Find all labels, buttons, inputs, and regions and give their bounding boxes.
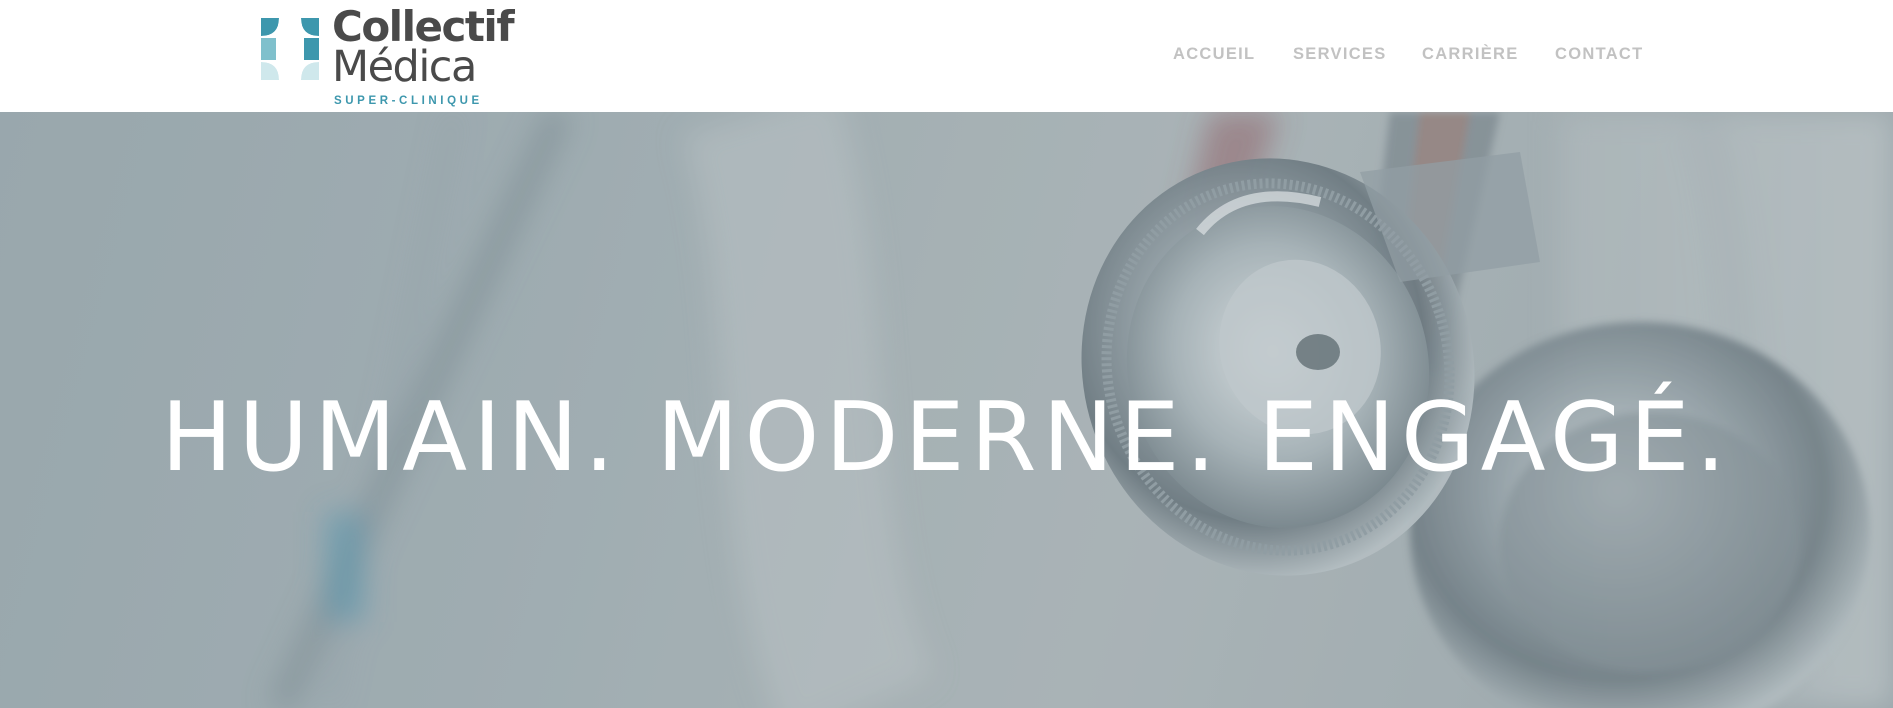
logo-name-line2: Médica xyxy=(332,42,477,92)
site-header: Collectif Médica SUPER-CLINIQUE ACCUEIL … xyxy=(0,0,1893,112)
logo-tagline: SUPER-CLINIQUE xyxy=(334,95,483,107)
hero-title: HUMAIN. MODERNE. ENGAGÉ. xyxy=(161,383,1732,493)
nav-item-contact[interactable]: CONTACT xyxy=(1555,45,1644,64)
cross-logo-icon xyxy=(261,18,319,80)
site-logo[interactable]: Collectif Médica SUPER-CLINIQUE xyxy=(261,6,533,110)
nav-item-accueil[interactable]: ACCUEIL xyxy=(1173,45,1255,64)
nav-item-services[interactable]: SERVICES xyxy=(1293,45,1387,64)
nav-item-carriere[interactable]: CARRIÈRE xyxy=(1422,45,1519,64)
hero-banner: HUMAIN. MODERNE. ENGAGÉ. xyxy=(0,112,1893,708)
